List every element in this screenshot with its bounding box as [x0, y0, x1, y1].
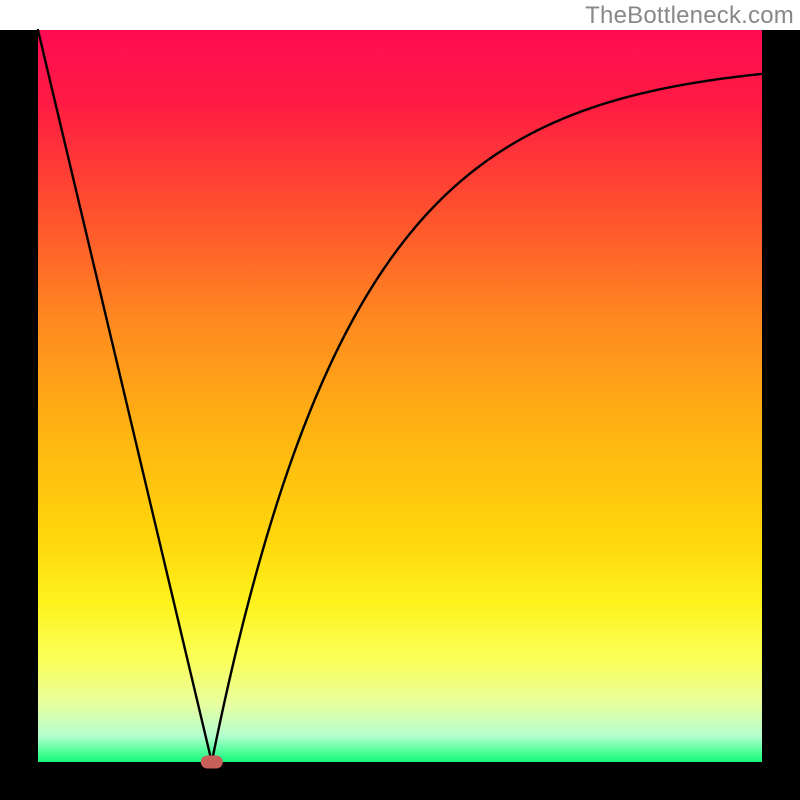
- plot-area: [38, 30, 762, 762]
- chart-svg: [0, 0, 800, 800]
- top-white-strip: [0, 0, 510, 30]
- chart-container: TheBottleneck.com: [0, 0, 800, 800]
- minimum-marker: [201, 756, 223, 769]
- attribution-text: TheBottleneck.com: [585, 2, 794, 30]
